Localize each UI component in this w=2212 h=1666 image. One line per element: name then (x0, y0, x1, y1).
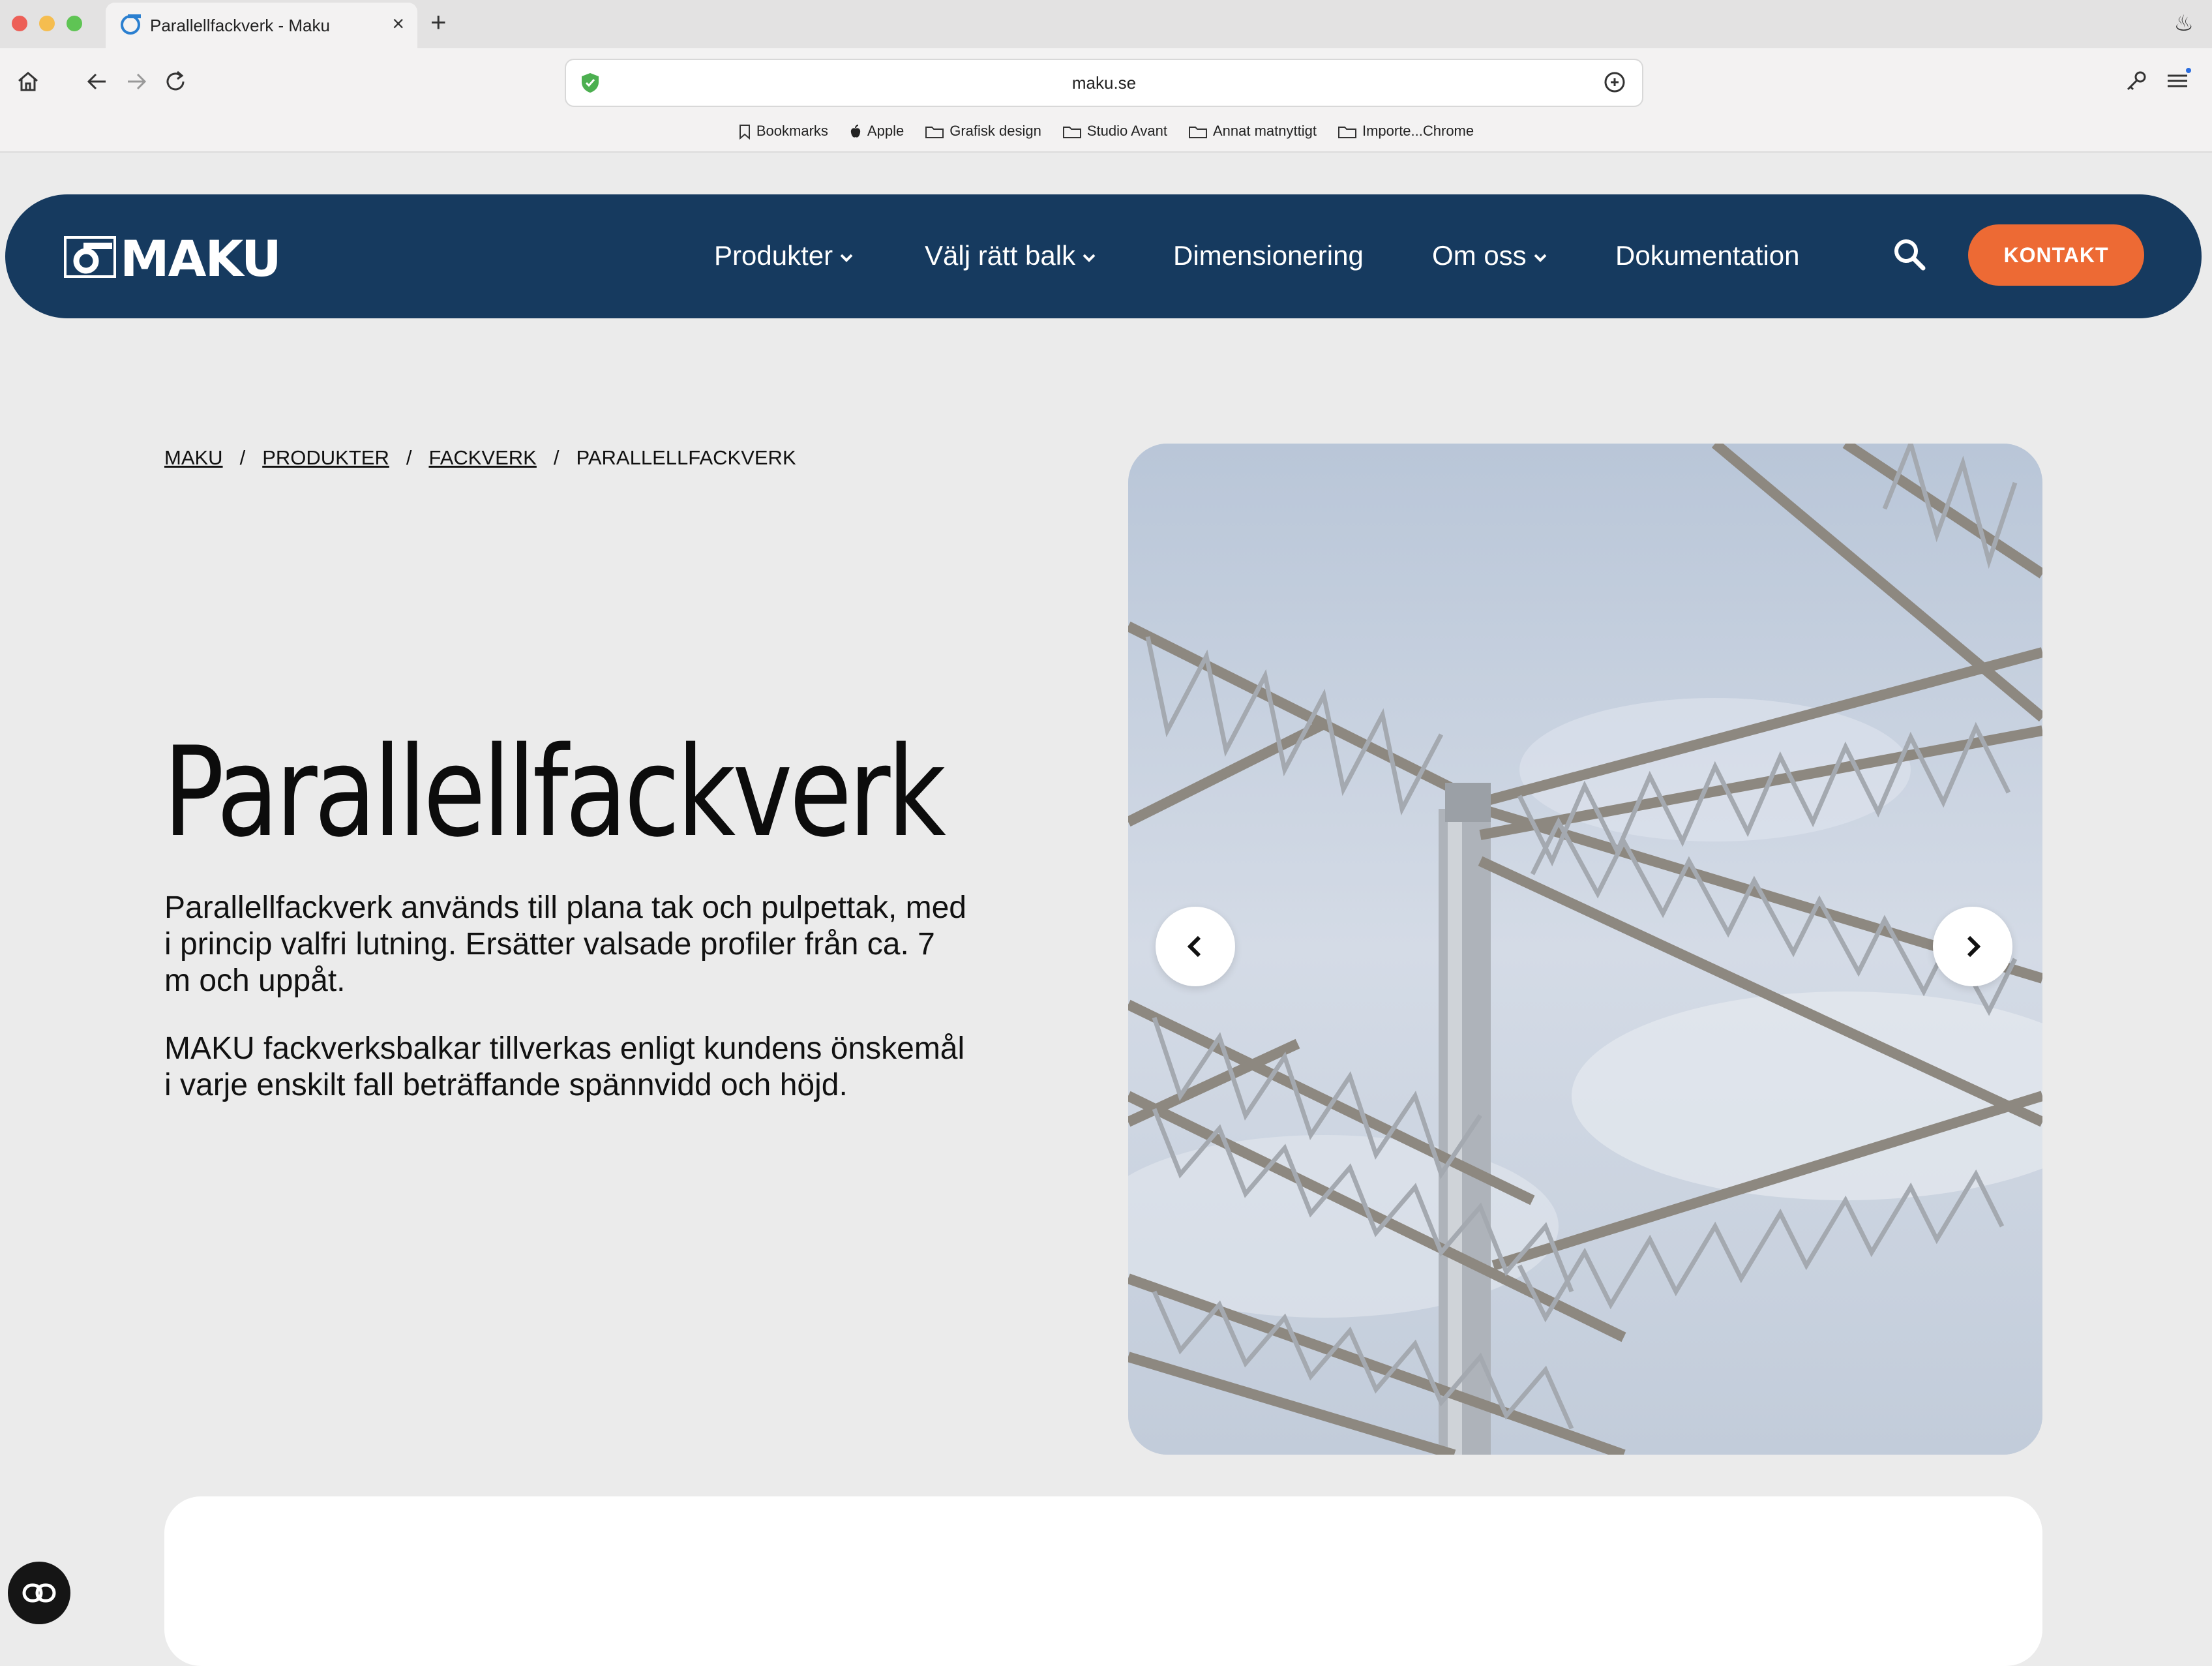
nav-dimensionering[interactable]: Dimensionering (1173, 240, 1364, 271)
content-card (164, 1496, 2042, 1666)
intro-paragraph: Parallellfackverk används till plana tak… (164, 890, 966, 998)
bookmark-imported-chrome[interactable]: Importe...Chrome (1338, 116, 1474, 146)
chevron-down-icon (1083, 254, 1096, 262)
new-tab-icon[interactable]: + (430, 7, 447, 38)
folder-icon (1188, 127, 1207, 139)
key-icon[interactable] (2125, 69, 2148, 93)
accessibility-button[interactable] (8, 1562, 70, 1624)
apple-icon (850, 125, 861, 138)
breadcrumb-separator: / (553, 446, 560, 469)
nav-om-oss[interactable]: Om oss (1432, 240, 1547, 271)
page-title: Parallellfackverk (163, 720, 946, 864)
breadcrumb-separator: / (406, 446, 412, 469)
maximize-window-button[interactable] (67, 16, 82, 31)
chevron-down-icon (840, 254, 853, 262)
forward-icon[interactable] (124, 69, 149, 94)
contact-button[interactable]: KONTAKT (1968, 224, 2144, 286)
folder-icon (1338, 127, 1356, 139)
chevron-left-icon (1187, 935, 1201, 958)
bookmark-icon (739, 125, 750, 140)
nav-produkter[interactable]: Produkter (714, 240, 854, 271)
bookmarks-bar: Bookmarks Apple Grafisk design Studio Av… (0, 116, 2212, 146)
bookmark-apple[interactable]: Apple (849, 116, 904, 146)
leo-chat-icon[interactable] (1602, 69, 1628, 95)
tab-title: Parallellfackverk - Maku (150, 16, 330, 35)
close-tab-icon[interactable]: × (392, 12, 404, 36)
product-image-carousel[interactable] (1128, 444, 2042, 1455)
url-text: maku.se (1071, 73, 1137, 93)
breadcrumb-produkter[interactable]: PRODUKTER (262, 446, 389, 469)
logo-text: MAKU (120, 230, 282, 288)
back-icon[interactable] (85, 69, 110, 94)
breadcrumb-separator: / (239, 446, 246, 469)
details-paragraph: MAKU fackverksbalkar tillverkas enligt k… (164, 1031, 965, 1102)
folder-icon (1062, 127, 1081, 139)
bookmark-grafisk-design[interactable]: Grafisk design (925, 116, 1041, 146)
carousel-prev-button[interactable] (1156, 907, 1235, 986)
active-tab[interactable]: Parallellfackverk - Maku × (106, 3, 417, 48)
home-icon[interactable] (16, 69, 40, 94)
address-bar[interactable]: maku.se (565, 59, 1643, 107)
breadcrumb-maku[interactable]: MAKU (164, 446, 223, 469)
folder-icon (925, 127, 944, 139)
bookmark-annat-matnyttigt[interactable]: Annat matnyttigt (1188, 116, 1317, 146)
accessibility-icon (22, 1583, 56, 1603)
menu-icon[interactable] (2165, 68, 2191, 94)
flame-icon[interactable]: ♨ (2174, 10, 2194, 37)
tab-strip: Parallellfackverk - Maku × + ♨ (0, 0, 2212, 48)
browser-toolbar: Parallellfackverk - Maku × + ♨ maku.se B… (0, 0, 2212, 153)
breadcrumb-current: PARALLELLFACKVERK (576, 446, 796, 469)
chevron-down-icon (1534, 254, 1547, 262)
logo-mark-icon (64, 236, 116, 278)
carousel-next-button[interactable] (1933, 907, 2012, 986)
chevron-right-icon (1967, 935, 1981, 958)
site-header: MAKU Produkter Välj rätt balk Dimensione… (5, 194, 2202, 318)
nav-dokumentation[interactable]: Dokumentation (1615, 240, 1800, 271)
close-window-button[interactable] (12, 16, 27, 31)
truss-photo (1128, 444, 2042, 1455)
maku-favicon-icon (121, 14, 141, 35)
breadcrumb: MAKU / PRODUKTER / FACKVERK / PARALLELLFACKVER… (164, 446, 796, 470)
nav-valj-ratt-balk[interactable]: Välj rätt balk (925, 240, 1096, 271)
bookmark-studio-avant[interactable]: Studio Avant (1062, 116, 1167, 146)
breadcrumb-fackverk[interactable]: FACKVERK (428, 446, 536, 469)
reload-icon[interactable] (163, 69, 188, 94)
minimize-window-button[interactable] (39, 16, 55, 31)
maku-logo[interactable]: MAKU (64, 230, 292, 288)
search-icon[interactable] (1891, 236, 1928, 273)
bookmark-bookmarks[interactable]: Bookmarks (738, 116, 828, 146)
